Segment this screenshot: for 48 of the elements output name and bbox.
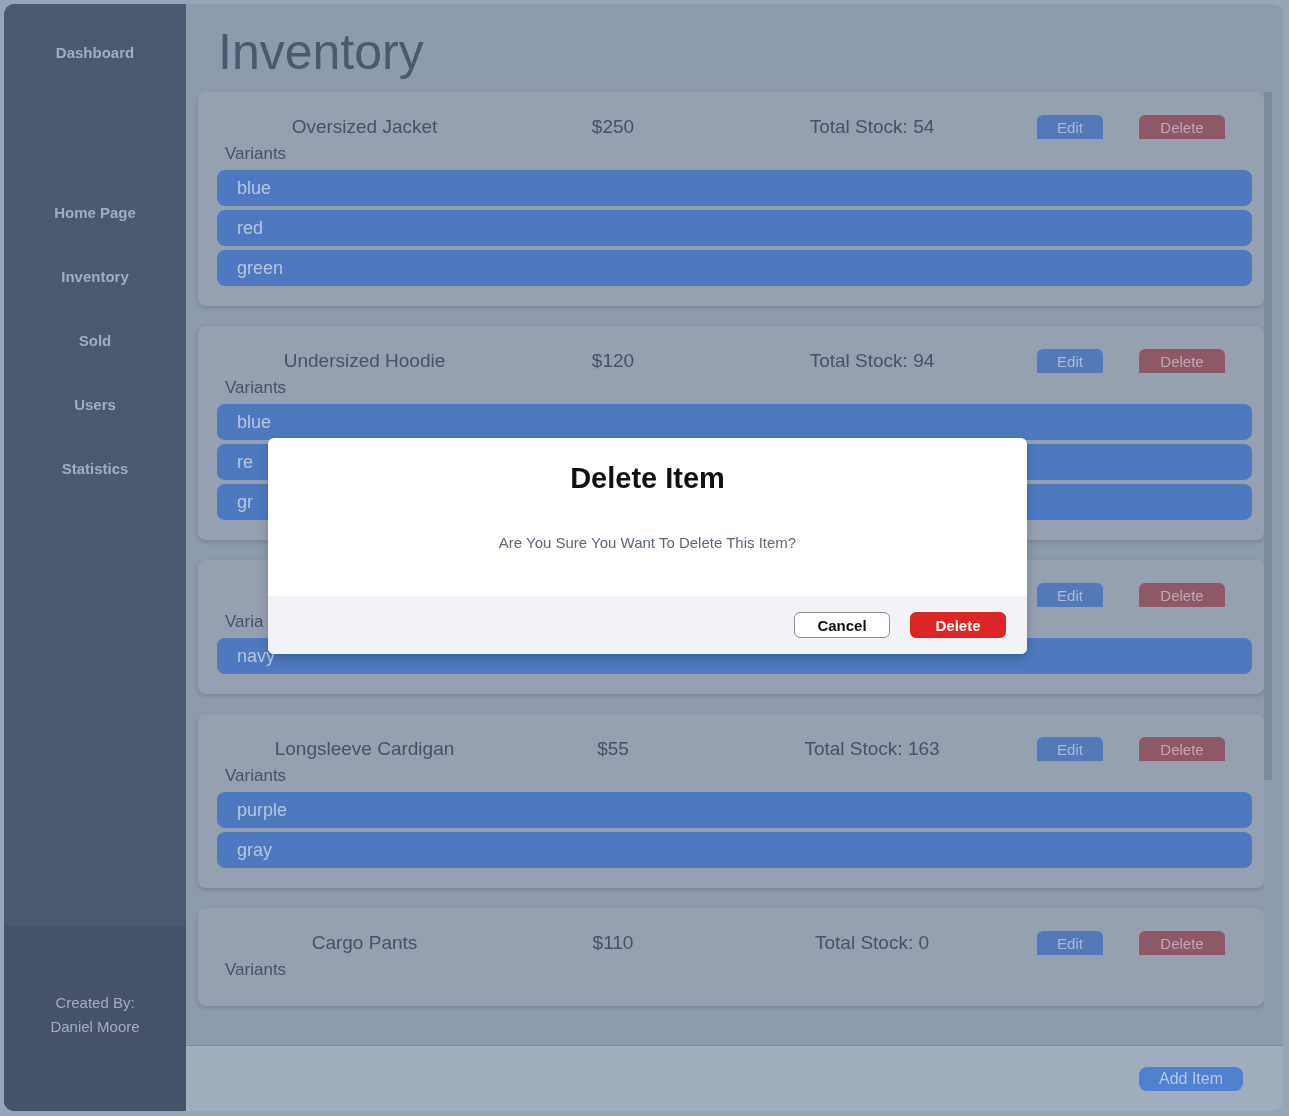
product-price: $110 <box>591 932 635 954</box>
total-stock: Total Stock: 94 <box>808 350 936 372</box>
add-item-button[interactable]: Add Item <box>1139 1066 1243 1091</box>
product-name: Oversized Jacket <box>290 116 439 138</box>
delete-button[interactable]: Delete <box>1139 583 1225 607</box>
confirm-delete-button[interactable]: Delete <box>910 612 1006 638</box>
dialog-message: Are You Sure You Want To Delete This Item? <box>497 533 798 553</box>
product-price: $55 <box>596 738 630 760</box>
variants-label: Varia <box>224 612 264 632</box>
scrollbar[interactable] <box>1264 92 1272 780</box>
nav-link[interactable]: Statistics <box>61 459 129 479</box>
delete-button[interactable]: Delete <box>1139 931 1225 955</box>
nav-link[interactable]: Home Page <box>54 203 136 223</box>
total-stock: Total Stock: 0 <box>813 932 931 954</box>
edit-button[interactable]: Edit <box>1037 583 1103 607</box>
credit-text: Daniel Moore <box>50 1016 140 1037</box>
dialog-title: Delete Item <box>569 461 726 496</box>
delete-button[interactable]: Delete <box>1139 349 1225 373</box>
variant-row[interactable]: blue <box>217 404 1252 440</box>
total-stock: Total Stock: 163 <box>803 738 941 760</box>
variants-label: Variants <box>224 960 287 980</box>
nav-link[interactable]: Sold <box>78 331 112 351</box>
delete-button[interactable]: Delete <box>1139 737 1225 761</box>
product-name: Cargo Pants <box>310 932 419 954</box>
variant-row[interactable]: green <box>217 250 1252 286</box>
variant-row[interactable]: red <box>217 210 1252 246</box>
credit-text: Created By: <box>55 992 135 1013</box>
product-price: $120 <box>590 350 636 372</box>
variant-row[interactable]: blue <box>217 170 1252 206</box>
page-title: Inventory <box>217 23 425 82</box>
cancel-button[interactable]: Cancel <box>794 612 890 638</box>
variants-label: Variants <box>224 378 287 398</box>
variant-row[interactable]: gray <box>217 832 1252 868</box>
variants-label: Variants <box>224 144 287 164</box>
edit-button[interactable]: Edit <box>1037 931 1103 955</box>
variants-label: Variants <box>224 766 287 786</box>
delete-button[interactable]: Delete <box>1139 115 1225 139</box>
edit-button[interactable]: Edit <box>1037 115 1103 139</box>
nav-link[interactable]: Inventory <box>61 267 129 287</box>
nav-link[interactable]: Dashboard <box>55 43 135 63</box>
product-price: $250 <box>590 116 636 138</box>
variant-row[interactable]: purple <box>217 792 1252 828</box>
edit-button[interactable]: Edit <box>1037 349 1103 373</box>
product-name: Longsleeve Cardigan <box>273 738 456 760</box>
total-stock: Total Stock: 54 <box>808 116 936 138</box>
nav-link[interactable]: Users <box>74 395 116 415</box>
product-name: Undersized Hoodie <box>282 350 447 372</box>
edit-button[interactable]: Edit <box>1037 737 1103 761</box>
